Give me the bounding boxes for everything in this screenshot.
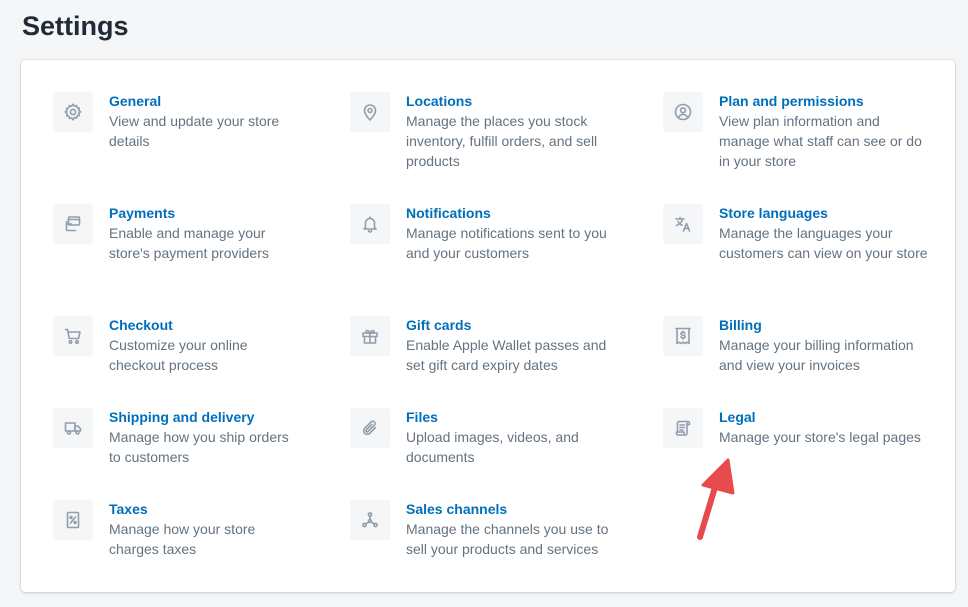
settings-item-title[interactable]: General (109, 91, 293, 111)
settings-item-title[interactable]: Store languages (719, 203, 933, 223)
receipt-dollar-icon (663, 316, 703, 356)
settings-item-description: View plan information and manage what st… (719, 113, 922, 169)
tax-receipt-icon (53, 500, 93, 540)
settings-item-title[interactable]: Billing (719, 315, 933, 335)
settings-item-checkout[interactable]: Checkout Customize your online checkout … (53, 316, 293, 375)
settings-item-description: Enable Apple Wallet passes and set gift … (406, 337, 607, 373)
settings-item-billing[interactable]: Billing Manage your billing information … (663, 316, 933, 375)
settings-item-legal[interactable]: Legal Manage your store's legal pages (663, 408, 933, 448)
settings-item-taxes[interactable]: Taxes Manage how your store charges taxe… (53, 500, 293, 559)
legal-document-icon (663, 408, 703, 448)
settings-item-description: Customize your online checkout process (109, 337, 248, 373)
settings-item-title[interactable]: Shipping and delivery (109, 407, 293, 427)
settings-item-description: Enable and manage your store's payment p… (109, 225, 269, 261)
settings-item-general[interactable]: General View and update your store detai… (53, 92, 293, 151)
settings-item-payments[interactable]: Payments Enable and manage your store's … (53, 204, 293, 263)
settings-item-description: Upload images, videos, and documents (406, 429, 579, 465)
settings-item-description: Manage your store's legal pages (719, 429, 921, 445)
settings-item-title[interactable]: Files (406, 407, 620, 427)
settings-card: General View and update your store detai… (21, 60, 955, 592)
settings-item-description: Manage notifications sent to you and you… (406, 225, 607, 261)
settings-item-plan-and-permissions[interactable]: Plan and permissions View plan informati… (663, 92, 933, 171)
settings-item-sales-channels[interactable]: Sales channels Manage the channels you u… (350, 500, 620, 559)
settings-item-description: Manage how you ship orders to customers (109, 429, 289, 465)
truck-icon (53, 408, 93, 448)
gear-icon (53, 92, 93, 132)
settings-item-title[interactable]: Plan and permissions (719, 91, 933, 111)
translate-icon (663, 204, 703, 244)
settings-item-title[interactable]: Gift cards (406, 315, 620, 335)
settings-item-description: Manage the channels you use to sell your… (406, 521, 609, 557)
settings-item-locations[interactable]: Locations Manage the places you stock in… (350, 92, 620, 171)
settings-item-title[interactable]: Locations (406, 91, 620, 111)
settings-item-title[interactable]: Payments (109, 203, 293, 223)
settings-item-files[interactable]: Files Upload images, videos, and documen… (350, 408, 620, 467)
user-circle-icon (663, 92, 703, 132)
settings-item-gift-cards[interactable]: Gift cards Enable Apple Wallet passes an… (350, 316, 620, 375)
settings-item-description: View and update your store details (109, 113, 280, 149)
settings-item-title[interactable]: Taxes (109, 499, 293, 519)
settings-item-title[interactable]: Legal (719, 407, 921, 427)
cart-icon (53, 316, 93, 356)
location-pin-icon (350, 92, 390, 132)
settings-item-description: Manage the languages your customers can … (719, 225, 928, 261)
bell-icon (350, 204, 390, 244)
payment-card-icon (53, 204, 93, 244)
settings-item-notifications[interactable]: Notifications Manage notifications sent … (350, 204, 620, 263)
settings-item-title[interactable]: Checkout (109, 315, 293, 335)
settings-item-description: Manage the places you stock inventory, f… (406, 113, 598, 169)
gift-icon (350, 316, 390, 356)
settings-item-description: Manage how your store charges taxes (109, 521, 256, 557)
settings-item-shipping-and-delivery[interactable]: Shipping and delivery Manage how you shi… (53, 408, 293, 467)
settings-item-description: Manage your billing information and view… (719, 337, 914, 373)
page-title: Settings (22, 11, 129, 41)
channels-icon (350, 500, 390, 540)
settings-item-store-languages[interactable]: Store languages Manage the languages you… (663, 204, 933, 263)
settings-item-title[interactable]: Notifications (406, 203, 620, 223)
settings-item-title[interactable]: Sales channels (406, 499, 620, 519)
paperclip-icon (350, 408, 390, 448)
